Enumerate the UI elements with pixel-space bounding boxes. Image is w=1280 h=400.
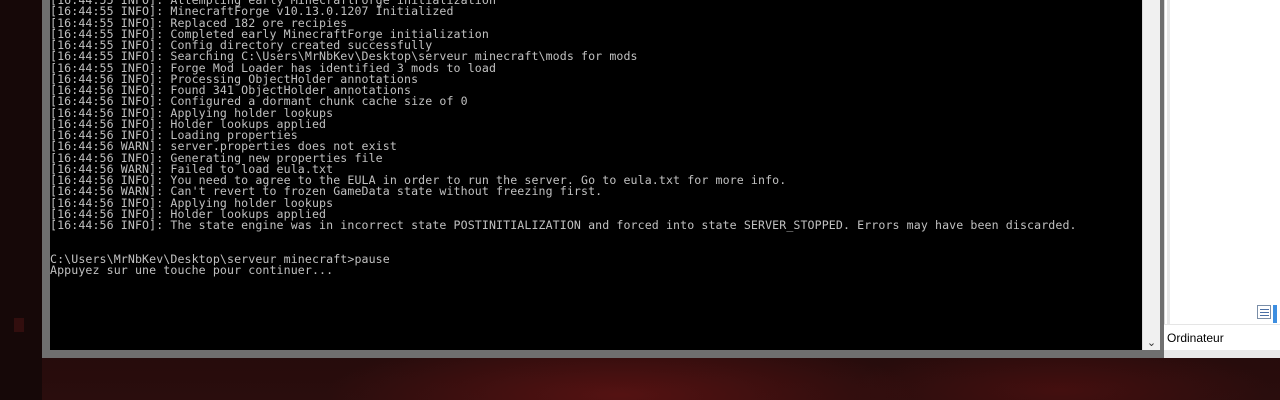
console-line: [16:44:56 INFO]: The state engine was in… — [50, 218, 1077, 232]
console-scrollbar[interactable]: ⌄ — [1142, 0, 1160, 350]
details-view-icon[interactable] — [1257, 305, 1271, 319]
status-location-label: Ordinateur — [1167, 331, 1224, 345]
chevron-down-icon[interactable]: ⌄ — [1143, 334, 1160, 350]
file-explorer-panel — [1164, 0, 1280, 350]
console-log: [16:44:55 INFO]: Attempting early Minecr… — [50, 0, 1077, 276]
desktop-left-edge — [0, 0, 42, 400]
console-output[interactable]: [16:44:55 INFO]: Attempting early Minecr… — [50, 0, 1142, 350]
view-toggle — [1257, 305, 1277, 323]
explorer-divider — [1167, 0, 1170, 324]
desktop-glow — [14, 318, 24, 332]
console-window: [16:44:55 INFO]: Attempting early Minecr… — [42, 0, 1164, 358]
explorer-bottom-edge — [1164, 350, 1280, 358]
large-icons-view-icon[interactable] — [1273, 305, 1277, 323]
console-line: Appuyez sur une touche pour continuer... — [50, 263, 334, 277]
